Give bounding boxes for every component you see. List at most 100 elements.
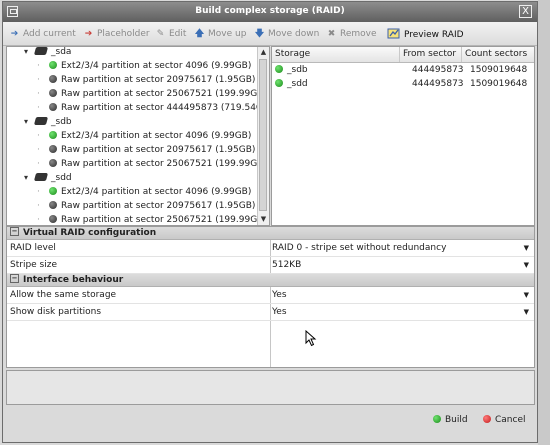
scroll-down-icon[interactable]: ▼ [258, 214, 269, 225]
arrow-up-icon: 🡅 [194, 29, 205, 39]
build-label: Build [445, 415, 468, 425]
disk-label: _sda [51, 47, 72, 57]
tree-partition[interactable]: · Ext2/3/4 partition at sector 4096 (9.99… [37, 129, 251, 143]
tree-disk-sdb[interactable]: ▾ _sdb [24, 115, 72, 129]
count-sectors-cell: 1509019648 [470, 65, 528, 75]
remove-button[interactable]: ✖ Remove [325, 28, 377, 41]
collapse-icon[interactable]: ▾ [21, 115, 31, 129]
table-header: Storage From sector Count sectors [272, 47, 534, 63]
status-green-icon [49, 130, 57, 139]
count-sectors-cell: 1509019648 [470, 79, 528, 89]
background-window-edge [538, 0, 550, 445]
preview-raid-label: Preview RAID [404, 30, 464, 40]
dropdown-arrow-icon[interactable]: ▼ [524, 304, 529, 321]
build-button[interactable]: Build [433, 412, 468, 428]
status-black-icon [49, 158, 57, 167]
show-partitions-select[interactable]: Yes [272, 304, 287, 321]
tree-partition[interactable]: · Raw partition at sector 25067521 (199.9… [37, 157, 267, 171]
column-from-sector[interactable]: From sector [400, 47, 462, 62]
edit-label: Edit [169, 29, 187, 39]
collapse-icon[interactable]: − [10, 227, 19, 236]
status-black-icon [49, 144, 57, 153]
move-down-button[interactable]: 🡇 Move down [253, 28, 319, 41]
title-bar[interactable]: Build complex storage (RAID) X [3, 2, 537, 22]
status-black-icon [49, 74, 57, 83]
cancel-label: Cancel [495, 415, 526, 425]
section-virtual-raid[interactable]: − Virtual RAID configuration [7, 227, 534, 240]
collapse-icon[interactable]: ▾ [21, 171, 31, 185]
property-raid-level[interactable]: RAID level RAID 0 - stripe set without r… [7, 240, 534, 257]
tree-disk-sdd[interactable]: ▾ _sdd [24, 171, 72, 185]
tree-partition[interactable]: · Raw partition at sector 25067521 (199.9… [37, 213, 267, 225]
tree-partition[interactable]: · Raw partition at sector 20975617 (1.95G… [37, 73, 256, 87]
tree-partition[interactable]: · Raw partition at sector 444495873 (719.… [37, 101, 269, 115]
table-row[interactable]: _sdb 444495873 1509019648 [272, 63, 534, 77]
hard-disk-icon [33, 47, 49, 55]
tree-partition[interactable]: · Ext2/3/4 partition at sector 4096 (9.99… [37, 185, 252, 199]
partition-label: Ext2/3/4 partition at sector 4096 (9.99G… [61, 187, 252, 197]
remove-label: Remove [340, 29, 377, 39]
storage-table: Storage From sector Count sectors _sdb 4… [271, 46, 535, 226]
storage-cell: _sdd [287, 79, 308, 89]
arrow-down-icon: 🡇 [254, 29, 265, 39]
placeholder-label: Placeholder [97, 29, 150, 39]
mouse-cursor-icon [305, 330, 317, 347]
section-title: Interface behaviour [23, 275, 124, 285]
collapse-icon[interactable]: ▾ [21, 47, 31, 59]
move-up-button[interactable]: 🡅 Move up [193, 28, 247, 41]
property-allow-same-storage[interactable]: Allow the same storage Yes ▼ [7, 287, 534, 304]
status-green-icon [49, 60, 57, 69]
column-storage[interactable]: Storage [272, 47, 400, 62]
partition-label: Raw partition at sector 25067521 (199.99… [61, 159, 267, 169]
tree-disk-sda[interactable]: ▾ _sda [24, 47, 72, 59]
red-dot-icon [483, 414, 491, 423]
raid-level-select[interactable]: RAID 0 - stripe set without redundancy [272, 240, 446, 257]
hard-disk-icon [33, 116, 49, 125]
remove-icon: ✖ [327, 29, 336, 39]
window-title: Build complex storage (RAID) [195, 6, 345, 16]
move-up-label: Move up [208, 29, 247, 39]
status-black-icon [49, 88, 57, 97]
from-sector-cell: 444495873 [412, 65, 464, 75]
disk-label: _sdb [51, 117, 72, 127]
storage-cell: _sdb [287, 65, 308, 75]
tree-partition[interactable]: · Raw partition at sector 20975617 (1.95G… [37, 199, 255, 213]
edit-button[interactable]: ✎ Edit [154, 28, 187, 41]
property-stripe-size[interactable]: Stripe size 512KB ▼ [7, 257, 534, 274]
status-black-icon [49, 214, 57, 223]
hard-disk-icon [33, 172, 49, 181]
tree-partition[interactable]: · Ext2/3/4 partition at sector 4096 (9.99… [37, 59, 252, 73]
from-sector-cell: 444495873 [412, 79, 464, 89]
collapse-icon[interactable]: − [10, 274, 19, 283]
table-row[interactable]: _sdd 444495873 1509019648 [272, 77, 534, 91]
dropdown-arrow-icon[interactable]: ▼ [524, 257, 529, 274]
tree-scrollbar[interactable]: ▲ ▼ [257, 47, 269, 225]
tree-partition[interactable]: · Raw partition at sector 25067521 (199.9… [37, 87, 267, 101]
status-black-icon [49, 200, 57, 209]
section-interface-behaviour[interactable]: − Interface behaviour [7, 274, 534, 287]
property-label: RAID level [10, 243, 56, 253]
cancel-button[interactable]: Cancel [483, 412, 526, 428]
partition-label: Ext2/3/4 partition at sector 4096 (9.99G… [61, 61, 252, 71]
add-current-button[interactable]: ➔ Add current [8, 28, 76, 41]
scroll-thumb[interactable] [259, 59, 267, 211]
dropdown-arrow-icon[interactable]: ▼ [524, 287, 529, 304]
partition-label: Raw partition at sector 20975617 (1.95GB… [61, 75, 256, 85]
add-current-label: Add current [23, 29, 76, 39]
toolbar: ➔ Add current ➔ Placeholder ✎ Edit 🡅 Move up… [3, 22, 537, 46]
property-grid: − Virtual RAID configuration RAID level R… [6, 226, 535, 368]
scroll-up-icon[interactable]: ▲ [258, 47, 269, 58]
preview-raid-icon [387, 28, 400, 39]
partition-label: Raw partition at sector 25067521 (199.99… [61, 89, 267, 99]
tree-partition[interactable]: · Raw partition at sector 20975617 (1.95G… [37, 143, 255, 157]
property-show-disk-partitions[interactable]: Show disk partitions Yes ▼ [7, 304, 534, 321]
allow-same-storage-select[interactable]: Yes [272, 287, 287, 304]
disk-tree-panel: ▾ _sda · Ext2/3/4 partition at sector 409… [6, 46, 270, 226]
close-icon[interactable]: X [519, 5, 532, 18]
placeholder-button[interactable]: ➔ Placeholder [82, 28, 150, 41]
stripe-size-select[interactable]: 512KB [272, 257, 301, 274]
property-label: Allow the same storage [10, 290, 117, 300]
column-count-sectors[interactable]: Count sectors [462, 47, 534, 62]
dropdown-arrow-icon[interactable]: ▼ [524, 240, 529, 257]
preview-raid-button[interactable]: Preview RAID [387, 28, 464, 41]
